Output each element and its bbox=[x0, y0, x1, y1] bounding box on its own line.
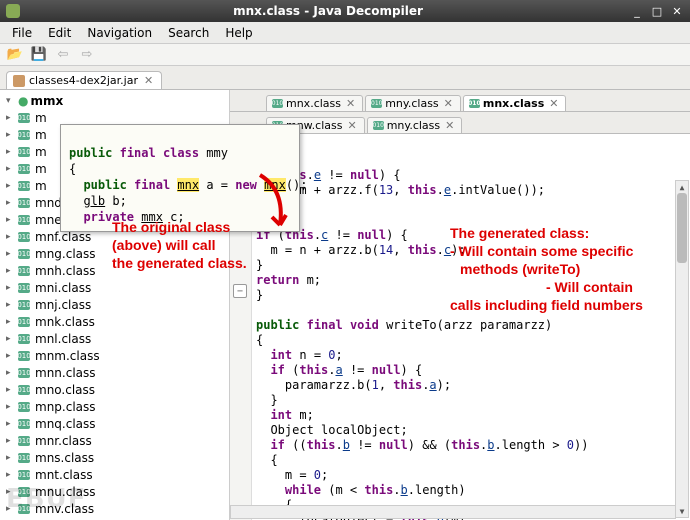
tree-item[interactable]: ▸010mnq.class bbox=[0, 415, 229, 432]
maximize-button[interactable]: □ bbox=[650, 4, 664, 18]
tab-close[interactable]: ✕ bbox=[547, 97, 560, 110]
class-icon: 010 bbox=[18, 351, 30, 361]
tree-item[interactable]: ▸010mnp.class bbox=[0, 398, 229, 415]
watermark: EBUF bbox=[6, 484, 86, 514]
tree-item[interactable]: ▸010mni.class bbox=[0, 279, 229, 296]
class-icon: 010 bbox=[18, 147, 30, 157]
editor-tab[interactable]: 010mny.class✕ bbox=[367, 117, 463, 133]
editor-tabs-row-1: 010mnx.class✕010mny.class✕010mnx.class✕ bbox=[230, 90, 690, 112]
scroll-thumb[interactable] bbox=[677, 193, 687, 263]
tree-item[interactable]: ▸010mnn.class bbox=[0, 364, 229, 381]
back-button[interactable]: ⇦ bbox=[54, 46, 72, 64]
class-icon: 010 bbox=[373, 121, 384, 130]
tree-item[interactable]: ▸010mnt.class bbox=[0, 466, 229, 483]
class-icon: 010 bbox=[18, 368, 30, 378]
class-icon: 010 bbox=[18, 130, 30, 140]
annotation-generated: The generated class: - Will contain some… bbox=[450, 224, 643, 314]
class-icon: 010 bbox=[18, 232, 30, 242]
class-icon: 010 bbox=[18, 113, 30, 123]
tree-item[interactable]: ▸010mnr.class bbox=[0, 432, 229, 449]
forward-button[interactable]: ⇨ bbox=[78, 46, 96, 64]
class-icon: 010 bbox=[18, 249, 30, 259]
editor-tab[interactable]: 010mnx.class✕ bbox=[463, 95, 567, 111]
class-icon: 010 bbox=[18, 215, 30, 225]
window-title: mnx.class - Java Decompiler bbox=[26, 4, 630, 18]
tree-item[interactable]: ▸010mno.class bbox=[0, 381, 229, 398]
jar-tab-close[interactable]: ✕ bbox=[142, 74, 155, 87]
annotation-original: The original class (above) will call the… bbox=[112, 218, 247, 272]
tree-item[interactable]: ▸010mnm.class bbox=[0, 347, 229, 364]
class-icon: 010 bbox=[18, 181, 30, 191]
class-icon: 010 bbox=[18, 385, 30, 395]
tree-package[interactable]: ▾● mmx bbox=[0, 92, 229, 109]
class-icon: 010 bbox=[18, 470, 30, 480]
class-icon: 010 bbox=[18, 436, 30, 446]
class-icon: 010 bbox=[469, 99, 480, 108]
minimize-button[interactable]: _ bbox=[630, 4, 644, 18]
tree-item[interactable]: ▸010mns.class bbox=[0, 449, 229, 466]
menu-navigation[interactable]: Navigation bbox=[79, 24, 160, 42]
class-icon: 010 bbox=[18, 334, 30, 344]
tab-close[interactable]: ✕ bbox=[345, 119, 358, 132]
class-icon: 010 bbox=[18, 453, 30, 463]
class-icon: 010 bbox=[18, 266, 30, 276]
class-icon: 010 bbox=[18, 402, 30, 412]
title-bar: mnx.class - Java Decompiler _ □ ✕ bbox=[0, 0, 690, 22]
jar-icon bbox=[13, 75, 25, 87]
scroll-down-icon[interactable]: ▼ bbox=[676, 505, 688, 517]
tab-close[interactable]: ✕ bbox=[443, 119, 456, 132]
save-button[interactable]: 💾 bbox=[30, 46, 48, 64]
arrow-icon bbox=[250, 170, 300, 240]
tree-item[interactable]: ▸010mnk.class bbox=[0, 313, 229, 330]
menu-bar: File Edit Navigation Search Help bbox=[0, 22, 690, 44]
class-icon: 010 bbox=[272, 99, 283, 108]
app-icon bbox=[6, 4, 20, 18]
class-icon: 010 bbox=[18, 419, 30, 429]
tab-close[interactable]: ✕ bbox=[344, 97, 357, 110]
close-button[interactable]: ✕ bbox=[670, 4, 684, 18]
class-icon: 010 bbox=[18, 300, 30, 310]
scroll-up-icon[interactable]: ▲ bbox=[676, 181, 688, 193]
tree-item[interactable]: ▸010mnl.class bbox=[0, 330, 229, 347]
tab-close[interactable]: ✕ bbox=[442, 97, 455, 110]
toolbar: 📂 💾 ⇦ ⇨ bbox=[0, 44, 690, 66]
open-button[interactable]: 📂 bbox=[6, 46, 24, 64]
class-icon: 010 bbox=[18, 198, 30, 208]
menu-edit[interactable]: Edit bbox=[40, 24, 79, 42]
vertical-scrollbar[interactable]: ▲ ▼ bbox=[675, 180, 689, 518]
editor-tab[interactable]: 010mny.class✕ bbox=[365, 95, 461, 111]
class-icon: 010 bbox=[18, 164, 30, 174]
menu-help[interactable]: Help bbox=[217, 24, 260, 42]
jar-tab[interactable]: classes4-dex2jar.jar ✕ bbox=[6, 71, 162, 89]
class-icon: 010 bbox=[18, 317, 30, 327]
fold-mark-icon[interactable]: − bbox=[233, 284, 247, 298]
jar-tab-label: classes4-dex2jar.jar bbox=[29, 74, 138, 87]
jar-tab-bar: classes4-dex2jar.jar ✕ bbox=[0, 66, 690, 90]
tree-item[interactable]: ▸010mnj.class bbox=[0, 296, 229, 313]
class-icon: 010 bbox=[18, 283, 30, 293]
menu-file[interactable]: File bbox=[4, 24, 40, 42]
class-icon: 010 bbox=[371, 99, 382, 108]
horizontal-scrollbar[interactable] bbox=[230, 505, 676, 519]
menu-search[interactable]: Search bbox=[160, 24, 217, 42]
editor-tab[interactable]: 010mnx.class✕ bbox=[266, 95, 363, 111]
